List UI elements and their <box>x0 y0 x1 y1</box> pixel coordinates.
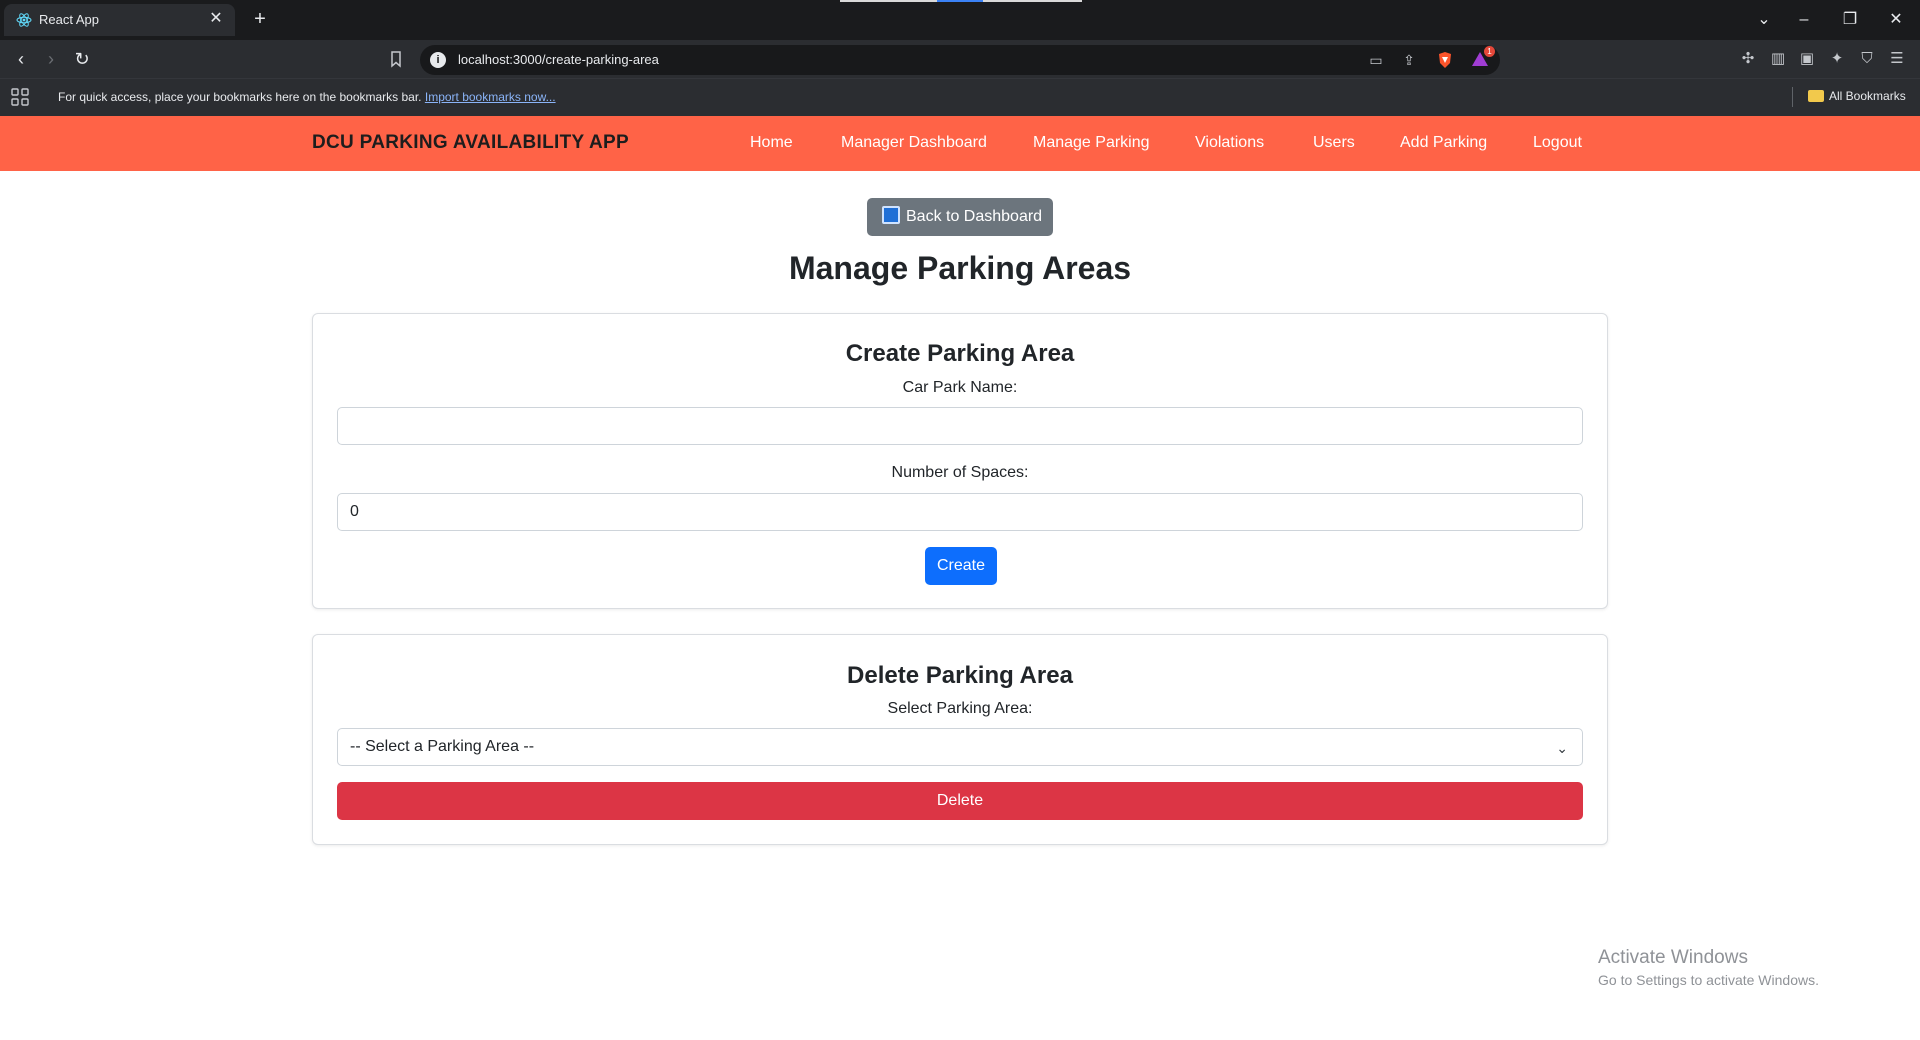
vpn-icon[interactable]: ⛉ <box>1857 49 1877 69</box>
nav-link-users[interactable]: Users <box>1313 134 1355 152</box>
reload-icon[interactable]: ↻ <box>71 48 93 70</box>
nav-link-violations[interactable]: Violations <box>1195 134 1264 152</box>
cast-icon[interactable]: ▭ <box>1367 51 1385 69</box>
nav-link-logout[interactable]: Logout <box>1533 134 1582 152</box>
minimize-icon[interactable]: – <box>1792 8 1816 32</box>
menu-icon[interactable]: ☰ <box>1887 49 1907 69</box>
create-parking-card: Create Parking Area Car Park Name: Numbe… <box>312 313 1608 609</box>
delete-parking-card: Delete Parking Area Select Parking Area:… <box>312 634 1608 845</box>
create-card-title: Create Parking Area <box>845 340 1075 367</box>
bookmarks-hint-text: For quick access, place your bookmarks h… <box>58 90 422 104</box>
leo-ai-icon[interactable]: ✦ <box>1827 49 1847 69</box>
tab-close-icon[interactable]: ✕ <box>207 10 225 28</box>
app-navbar: DCU PARKING AVAILABILITY APP Home Manage… <box>0 116 1920 171</box>
car-park-name-input[interactable] <box>337 407 1583 445</box>
nav-link-home[interactable]: Home <box>750 134 793 152</box>
back-arrow-icon <box>882 206 900 224</box>
extensions-icon[interactable]: ✣ <box>1738 49 1758 69</box>
nav-link-add-parking[interactable]: Add Parking <box>1400 134 1487 152</box>
page-title: Manage Parking Areas <box>788 250 1132 286</box>
site-info-icon[interactable]: i <box>430 52 446 68</box>
brand-title[interactable]: DCU PARKING AVAILABILITY APP <box>312 132 629 154</box>
bookmarks-hint: For quick access, place your bookmarks h… <box>58 90 556 104</box>
number-of-spaces-label: Number of Spaces: <box>891 464 1029 481</box>
tab-strip-indicator-active <box>937 0 983 2</box>
browser-toolbar: ‹ › ↻ i localhost:3000/create-parking-ar… <box>0 40 1920 78</box>
delete-card-title: Delete Parking Area <box>847 662 1073 689</box>
window-close-icon[interactable]: ✕ <box>1884 8 1908 32</box>
parking-area-select-value: -- Select a Parking Area -- <box>350 738 535 755</box>
back-icon[interactable]: ‹ <box>10 48 32 70</box>
brave-rewards-icon[interactable]: 1 <box>1470 46 1495 69</box>
tab-title: React App <box>39 12 99 27</box>
browser-tabstrip: React App ✕ + ⌄ – ❐ ✕ <box>0 0 1920 40</box>
url-text[interactable]: localhost:3000/create-parking-area <box>458 52 659 67</box>
share-icon[interactable]: ⇪ <box>1400 51 1418 69</box>
tab-search-chevron-icon[interactable]: ⌄ <box>1752 8 1776 32</box>
create-button[interactable]: Create <box>925 547 997 585</box>
bookmarks-separator <box>1792 87 1793 107</box>
back-to-dashboard-button[interactable]: Back to Dashboard <box>867 198 1053 236</box>
nav-link-manager-dashboard[interactable]: Manager Dashboard <box>841 134 987 152</box>
sidebar-icon[interactable]: ▥ <box>1768 49 1788 69</box>
delete-button[interactable]: Delete <box>337 782 1583 820</box>
wallet-icon[interactable]: ▣ <box>1797 49 1817 69</box>
all-bookmarks-label: All Bookmarks <box>1829 89 1906 103</box>
folder-icon <box>1808 90 1824 102</box>
parking-area-select[interactable]: -- Select a Parking Area -- ⌄ <box>337 728 1583 766</box>
import-bookmarks-link[interactable]: Import bookmarks now... <box>425 90 556 104</box>
nav-link-manage-parking[interactable]: Manage Parking <box>1033 134 1150 152</box>
rewards-badge: 1 <box>1484 46 1495 57</box>
windows-activation-watermark: Activate Windows Go to Settings to activ… <box>1598 947 1819 988</box>
new-tab-button[interactable]: + <box>249 8 271 30</box>
back-button-label: Back to Dashboard <box>906 208 1043 225</box>
forward-icon[interactable]: › <box>40 48 62 70</box>
number-of-spaces-input[interactable]: 0 <box>337 493 1583 531</box>
bookmark-icon[interactable] <box>386 49 406 69</box>
all-bookmarks-button[interactable]: All Bookmarks <box>1808 89 1906 107</box>
react-favicon <box>16 13 32 27</box>
watermark-subtitle: Go to Settings to activate Windows. <box>1598 972 1819 988</box>
apps-icon[interactable] <box>11 88 29 106</box>
restore-icon[interactable]: ❐ <box>1838 8 1862 32</box>
brave-shields-icon[interactable] <box>1436 51 1454 69</box>
car-park-name-label: Car Park Name: <box>902 379 1018 396</box>
bookmarks-bar: For quick access, place your bookmarks h… <box>0 78 1920 116</box>
address-bar[interactable]: i localhost:3000/create-parking-area ▭ ⇪ <box>420 45 1500 75</box>
browser-tab[interactable]: React App ✕ <box>4 4 235 36</box>
chevron-down-icon: ⌄ <box>1556 740 1568 756</box>
watermark-title: Activate Windows <box>1598 947 1748 968</box>
select-parking-area-label: Select Parking Area: <box>887 700 1033 717</box>
